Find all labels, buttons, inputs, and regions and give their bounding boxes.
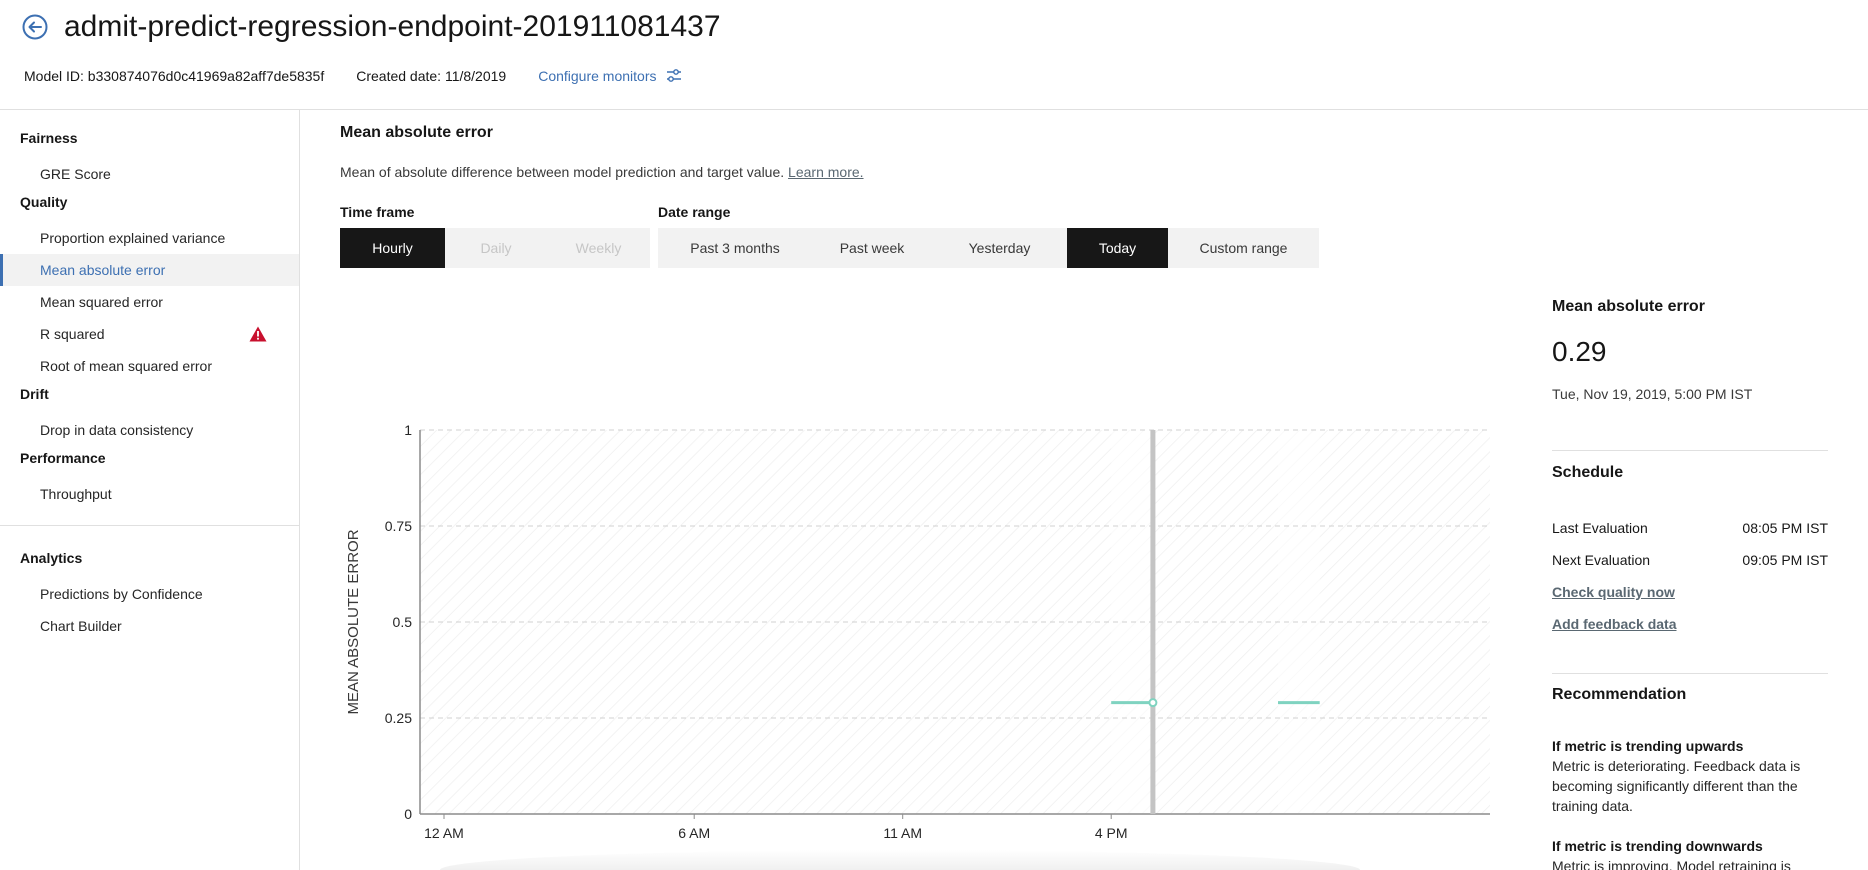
- sidebar-item-gre-score[interactable]: GRE Score: [0, 158, 299, 190]
- created-date: Created date: 11/8/2019: [356, 68, 507, 84]
- sidebar-group-analytics: Analytics: [20, 550, 83, 566]
- time-frame-hourly[interactable]: Hourly: [340, 228, 445, 268]
- trending-down-text: Metric is improving. Model retraining is: [1552, 858, 1791, 870]
- y-tick-label: 0.5: [393, 614, 413, 630]
- y-tick-label: 0.25: [385, 710, 412, 726]
- configure-monitors-label: Configure monitors: [538, 68, 657, 84]
- sidebar-divider: [0, 525, 299, 526]
- sidebar-item-predictions-by-confidence[interactable]: Predictions by Confidence: [0, 578, 299, 610]
- add-feedback-data-link[interactable]: Add feedback data: [1552, 616, 1676, 632]
- y-tick-label: 0.75: [385, 518, 412, 534]
- date-range-label: Date range: [658, 204, 731, 220]
- sidebar-item-label: R squared: [40, 326, 105, 342]
- mae-line-chart: 00.250.50.75112 AM6 AM11 AM4 PMTIME [TOD…: [345, 422, 1490, 841]
- sidebar-item-chart-builder[interactable]: Chart Builder: [0, 610, 299, 642]
- back-arrow-icon[interactable]: [22, 14, 48, 40]
- time-frame-group: Hourly Daily Weekly: [340, 228, 650, 268]
- metric-title: Mean absolute error: [1552, 298, 1705, 315]
- section-description: Mean of absolute difference between mode…: [340, 164, 864, 180]
- x-tick-label: 12 AM: [424, 825, 464, 841]
- date-range-yesterday[interactable]: Yesterday: [932, 228, 1067, 268]
- sidebar-item-drop-in-data-consistency[interactable]: Drop in data consistency: [0, 414, 299, 446]
- right-panel: Mean absolute error 0.29 Tue, Nov 19, 20…: [1552, 110, 1828, 870]
- last-evaluation-value: 08:05 PM IST: [1742, 520, 1828, 536]
- y-tick-label: 0: [404, 806, 412, 822]
- next-evaluation-row: Next Evaluation 09:05 PM IST: [1552, 552, 1828, 568]
- x-tick-label: 11 AM: [883, 825, 922, 841]
- x-tick-label: 6 AM: [678, 825, 710, 841]
- section-title: Mean absolute error: [340, 124, 493, 141]
- divider: [1552, 450, 1828, 451]
- divider: [1552, 673, 1828, 674]
- sidebar-item-mean-squared-error[interactable]: Mean squared error: [0, 286, 299, 318]
- sidebar-item-mean-absolute-error[interactable]: Mean absolute error: [0, 254, 299, 286]
- date-range-past-week[interactable]: Past week: [812, 228, 932, 268]
- y-axis-title: MEAN ABSOLUTE ERROR: [345, 529, 362, 714]
- date-range-today[interactable]: Today: [1067, 228, 1168, 268]
- sidebar-item-throughput[interactable]: Throughput: [0, 478, 299, 510]
- trending-up-text: Metric is deteriorating. Feedback data i…: [1552, 758, 1801, 814]
- recommendation-title: Recommendation: [1552, 686, 1687, 703]
- check-quality-now-link[interactable]: Check quality now: [1552, 584, 1675, 600]
- metric-date: Tue, Nov 19, 2019, 5:00 PM IST: [1552, 386, 1753, 402]
- sidebar-item-proportion-explained-variance[interactable]: Proportion explained variance: [0, 222, 299, 254]
- date-range-past-3-months[interactable]: Past 3 months: [658, 228, 812, 268]
- trending-up-title: If metric is trending upwards: [1552, 738, 1744, 754]
- sidebar-group-performance: Performance: [20, 450, 106, 466]
- x-tick-label: 4 PM: [1095, 825, 1128, 841]
- sidebar-group-drift: Drift: [20, 386, 49, 402]
- selected-time-marker: [1150, 430, 1156, 814]
- configure-monitors-link[interactable]: Configure monitors: [538, 68, 682, 84]
- next-evaluation-label: Next Evaluation: [1552, 552, 1651, 568]
- page-header: admit-predict-regression-endpoint-201911…: [0, 0, 1868, 110]
- sidebar-group-fairness: Fairness: [20, 130, 78, 146]
- trending-down-title: If metric is trending downwards: [1552, 838, 1763, 854]
- time-frame-label: Time frame: [340, 204, 415, 220]
- sidebar-group-quality: Quality: [20, 194, 68, 210]
- model-meta: Model ID: b330874076d0c41969a82aff7de583…: [24, 66, 682, 86]
- next-evaluation-value: 09:05 PM IST: [1742, 552, 1828, 568]
- sidebar: Fairness GRE Score Quality Proportion ex…: [0, 110, 300, 870]
- date-range-group: Past 3 months Past week Yesterday Today …: [658, 228, 1319, 268]
- last-evaluation-label: Last Evaluation: [1552, 520, 1648, 536]
- metric-value: 0.29: [1552, 336, 1607, 367]
- y-tick-label: 1: [404, 422, 412, 438]
- sidebar-item-root-mean-squared-error[interactable]: Root of mean squared error: [0, 350, 299, 382]
- learn-more-link[interactable]: Learn more.: [788, 164, 863, 180]
- selected-data-point: [1148, 698, 1158, 708]
- description-text: Mean of absolute difference between mode…: [340, 164, 785, 180]
- time-frame-daily: Daily: [480, 240, 512, 256]
- time-frame-weekly: Weekly: [575, 240, 622, 256]
- schedule-title: Schedule: [1552, 464, 1624, 481]
- sidebar-item-r-squared[interactable]: R squared: [0, 318, 299, 350]
- date-range-custom[interactable]: Custom range: [1168, 228, 1319, 268]
- page-title: admit-predict-regression-endpoint-201911…: [64, 10, 721, 43]
- warning-icon: [249, 326, 267, 342]
- last-evaluation-row: Last Evaluation 08:05 PM IST: [1552, 520, 1828, 536]
- sliders-icon: [667, 69, 682, 82]
- model-id: Model ID: b330874076d0c41969a82aff7de583…: [24, 68, 325, 84]
